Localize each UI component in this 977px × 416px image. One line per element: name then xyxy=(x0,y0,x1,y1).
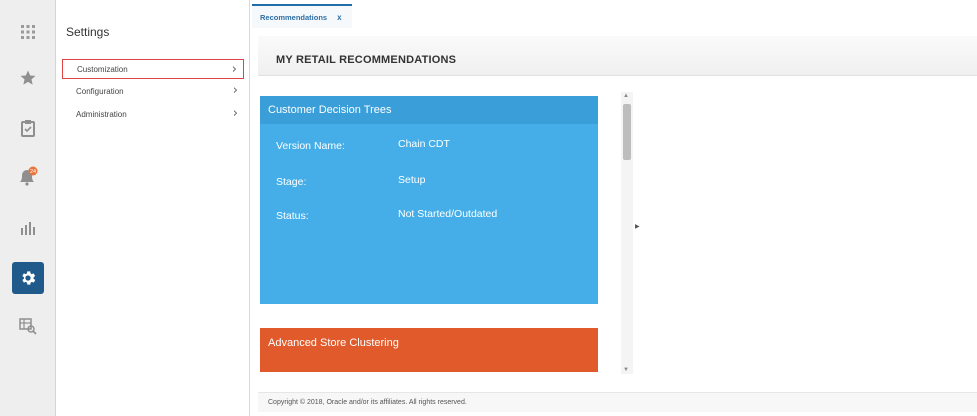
close-tab-icon[interactable]: x xyxy=(337,13,341,22)
settings-item-configuration[interactable]: Configuration › xyxy=(62,81,244,101)
rail-item-settings[interactable] xyxy=(0,252,56,304)
rail-item-apps[interactable] xyxy=(0,6,56,58)
chevron-right-icon: › xyxy=(232,83,238,98)
settings-item-label: Configuration xyxy=(76,86,124,96)
reports-bar-chart-icon xyxy=(21,222,35,235)
settings-active-tile xyxy=(12,262,44,294)
notifications-bell-icon: 24 xyxy=(20,166,38,186)
cards-scrollbar[interactable]: ▲ ▼ xyxy=(621,92,633,374)
scroll-down-arrow-icon[interactable]: ▼ xyxy=(623,367,629,373)
tab-label: Recommendations xyxy=(260,12,328,22)
tab-recommendations[interactable]: Recommendations x xyxy=(252,4,352,28)
status-value: Not Started/Outdated xyxy=(398,208,498,220)
settings-panel: Settings Customization › Configuration ›… xyxy=(56,0,250,416)
scrollbar-thumb[interactable] xyxy=(623,104,631,160)
app-grid-icon xyxy=(21,25,35,39)
panel-splitter-handle-icon[interactable]: ▶ xyxy=(635,223,640,230)
version-name-value: Chain CDT xyxy=(398,138,450,150)
page-title: MY RETAIL RECOMMENDATIONS xyxy=(276,54,457,66)
version-name-label: Version Name: xyxy=(276,140,345,152)
favorites-star-icon xyxy=(20,70,36,85)
rail-item-data-viewer[interactable] xyxy=(0,300,56,352)
card-advanced-store-clustering[interactable]: Advanced Store Clustering xyxy=(260,328,598,372)
settings-item-administration[interactable]: Administration › xyxy=(62,104,244,124)
tab-strip: Recommendations x xyxy=(250,0,977,28)
settings-gear-icon xyxy=(22,271,36,285)
card-customer-decision-trees[interactable]: Customer Decision Trees Version Name: Ch… xyxy=(260,96,598,304)
rail-item-tasks[interactable] xyxy=(0,102,56,154)
rail-item-notifications[interactable]: 24 xyxy=(0,150,56,202)
card-title: Customer Decision Trees xyxy=(260,96,598,124)
stage-label: Stage: xyxy=(276,176,307,188)
tasks-clipboard-icon xyxy=(21,120,35,137)
chevron-right-icon: › xyxy=(232,106,238,121)
page-footer: Copyright © 2018, Oracle and/or its affi… xyxy=(258,392,977,412)
rail-item-reports[interactable] xyxy=(0,202,56,254)
notification-count-badge: 24 xyxy=(30,169,36,175)
app-icon-rail: 24 xyxy=(0,0,56,416)
scroll-up-arrow-icon[interactable]: ▲ xyxy=(623,93,629,99)
recommendation-cards: Customer Decision Trees Version Name: Ch… xyxy=(260,96,602,372)
status-label: Status: xyxy=(276,210,309,222)
main-content: MY RETAIL RECOMMENDATIONS Customer Decis… xyxy=(250,28,977,416)
settings-title: Settings xyxy=(66,25,110,39)
settings-item-label: Administration xyxy=(76,109,127,119)
data-viewer-icon xyxy=(19,318,37,335)
stage-value: Setup xyxy=(398,174,426,186)
chevron-right-icon: › xyxy=(231,62,237,77)
settings-item-label: Customization xyxy=(77,64,128,74)
copyright-text: Copyright © 2018, Oracle and/or its affi… xyxy=(268,399,467,406)
settings-item-customization[interactable]: Customization › xyxy=(62,59,244,79)
rail-item-favorites[interactable] xyxy=(0,52,56,104)
card-title: Advanced Store Clustering xyxy=(268,337,399,349)
